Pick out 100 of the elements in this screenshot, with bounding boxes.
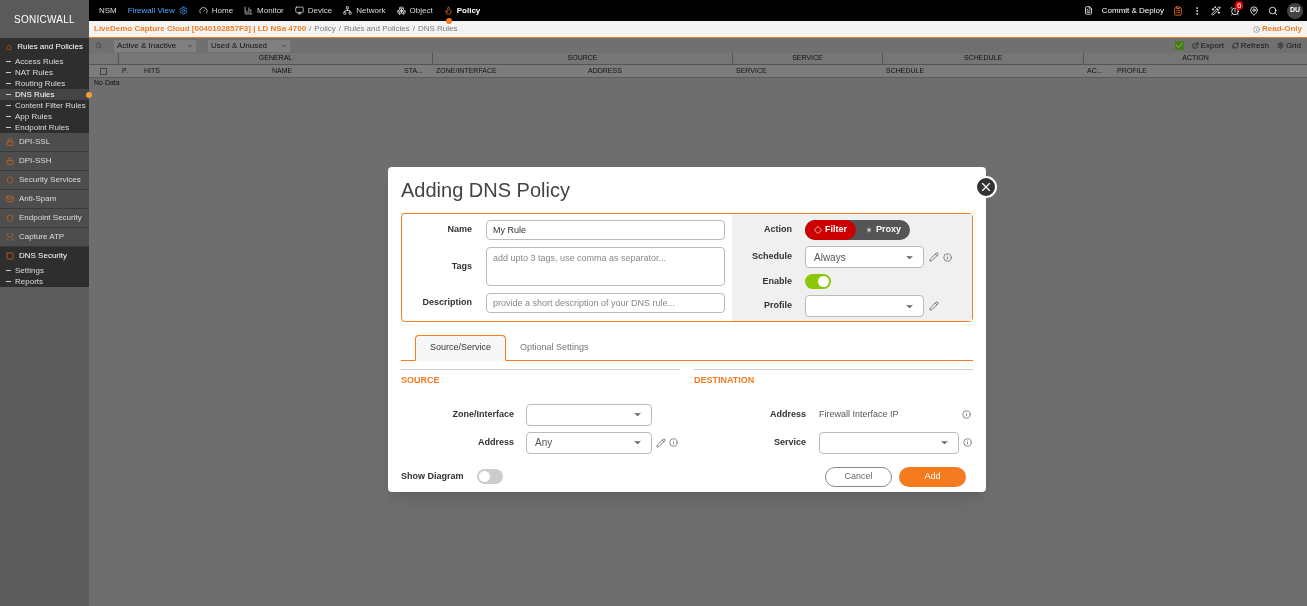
sidebar-item[interactable]: Access Rules (0, 56, 89, 67)
profile-dropdown[interactable] (805, 295, 924, 317)
wand-icon[interactable] (1211, 5, 1221, 16)
filter-dropdown[interactable]: Active & Inactive (114, 39, 196, 52)
sidebar-item[interactable]: Routing Rules (0, 78, 89, 89)
sidebar-section[interactable]: DPI-SSH (0, 152, 89, 170)
notification-badge: 6 (1235, 0, 1244, 10)
enable-switch[interactable] (805, 274, 831, 289)
info-icon[interactable] (963, 438, 972, 447)
field-label: Service (772, 435, 806, 449)
section-icon (6, 233, 14, 241)
sidebar-section[interactable]: Rules and Policies (0, 38, 89, 56)
breadcrumb-link[interactable]: Rules and Policies (343, 23, 410, 35)
field-label: Show Diagram (401, 469, 464, 483)
breadcrumb-separator: / (309, 23, 312, 35)
select-all-checkbox[interactable] (100, 67, 107, 75)
sidebar-section[interactable]: DNS Security (0, 247, 89, 265)
info-icon[interactable] (943, 252, 952, 262)
nav-tab[interactable]: Firewall View (127, 4, 188, 17)
field-label: Zone/Interface (451, 407, 514, 421)
address-dropdown[interactable]: Any (526, 431, 652, 454)
action-toggle[interactable]: Proxy (856, 220, 911, 240)
show-diagram-switch[interactable] (476, 469, 503, 484)
sidebar-item[interactable]: DNS Rules (0, 89, 89, 100)
sidebar-section[interactable]: Capture ATP (0, 228, 89, 246)
asterisk-icon (865, 226, 873, 234)
nav-icon (343, 6, 353, 15)
service-dropdown[interactable] (819, 431, 959, 454)
nav-tab[interactable]: Home (198, 4, 234, 17)
section-icon (6, 157, 14, 165)
name-input[interactable]: My Rule (486, 220, 725, 240)
export-icon[interactable] (1191, 42, 1199, 49)
field-label: Description (421, 296, 472, 310)
field-label: Action (763, 223, 792, 237)
sidebar-section[interactable]: DPI-SSL (0, 133, 89, 151)
section-title: SOURCE (401, 375, 440, 385)
description-input[interactable]: provide a short description of your DNS rule... (486, 293, 725, 313)
tags-input[interactable]: add upto 3 tags, use comma as separator... (486, 247, 725, 286)
section-title: DESTINATION (694, 375, 755, 385)
toolbar-button[interactable]: Export (1200, 39, 1224, 52)
edit-icon[interactable] (656, 437, 666, 448)
nav-tab[interactable]: Device (294, 4, 333, 17)
tab[interactable]: Source/Service (415, 335, 507, 361)
close-button[interactable] (975, 176, 997, 198)
toolbar-button[interactable]: Grid (1285, 39, 1301, 52)
action-toggle[interactable]: Filter (805, 220, 856, 240)
nav-tab[interactable]: Network (343, 4, 386, 17)
sidebar-item[interactable]: Reports (0, 276, 89, 287)
field-label: Schedule (751, 250, 792, 264)
check-icon[interactable] (1174, 41, 1184, 50)
commit-deploy-link[interactable]: Commit & Deploy (1101, 4, 1164, 17)
breadcrumb-separator: / (338, 23, 341, 35)
breadcrumb-link[interactable]: Policy (314, 23, 336, 35)
refresh-icon[interactable] (1231, 42, 1239, 49)
dialog-title: Adding DNS Policy (401, 178, 571, 203)
clipboard-icon[interactable] (1173, 5, 1183, 16)
address-value: Firewall Interface IP (819, 407, 899, 421)
tab[interactable]: Optional Settings (506, 335, 603, 361)
filter-dropdown[interactable]: Used & Unused (208, 39, 290, 52)
sidebar-section[interactable]: Security Services (0, 171, 89, 189)
nav-icon (294, 6, 304, 15)
sidebar-item[interactable]: Content Filter Rules (0, 100, 89, 111)
document-icon[interactable] (1083, 6, 1093, 15)
nav-icon (396, 6, 406, 15)
sidebar-item[interactable]: Settings (0, 265, 89, 276)
sidebar-item[interactable]: NAT Rules (0, 67, 89, 78)
sidebar-section[interactable]: Endpoint Security (0, 209, 89, 227)
nav-tab[interactable]: Object (396, 4, 433, 17)
info-icon[interactable] (669, 438, 678, 447)
info-icon (1253, 25, 1260, 33)
settings-icon (178, 6, 188, 15)
field-label: Enable (761, 274, 792, 288)
section-icon (6, 138, 14, 146)
info-icon[interactable] (962, 410, 971, 419)
cancel-button[interactable]: Cancel (825, 466, 892, 487)
field-label: Address (769, 407, 806, 421)
section-icon (6, 214, 14, 222)
read-only-label: Read-Only (1262, 23, 1302, 35)
zone-dropdown[interactable] (526, 403, 652, 426)
section-icon (6, 43, 13, 51)
nav-tab[interactable]: Monitor (244, 4, 284, 17)
alarm-icon[interactable] (1230, 5, 1240, 16)
nav-tab[interactable]: Policy (443, 4, 481, 17)
field-label: Tags (450, 259, 472, 273)
field-label: Name (446, 223, 472, 237)
nav-tab[interactable]: NSM (99, 4, 117, 17)
edit-icon[interactable] (929, 301, 939, 311)
field-label: Profile (763, 299, 792, 313)
sidebar-item[interactable]: App Rules (0, 111, 89, 122)
toolbar-button[interactable]: Refresh (1240, 39, 1269, 52)
nav-icon (198, 6, 208, 15)
schedule-dropdown[interactable]: Always (805, 246, 924, 268)
sidebar-section[interactable]: Anti-Spam (0, 190, 89, 208)
edit-icon[interactable] (929, 252, 939, 262)
sidebar-item[interactable]: Endpoint Rules (0, 122, 89, 133)
pin-icon[interactable] (1249, 5, 1259, 16)
section-icon (6, 252, 14, 260)
search-icon[interactable] (1268, 5, 1278, 16)
breadcrumb-link[interactable]: DNS Rules (417, 23, 458, 35)
section-icon (6, 195, 14, 203)
